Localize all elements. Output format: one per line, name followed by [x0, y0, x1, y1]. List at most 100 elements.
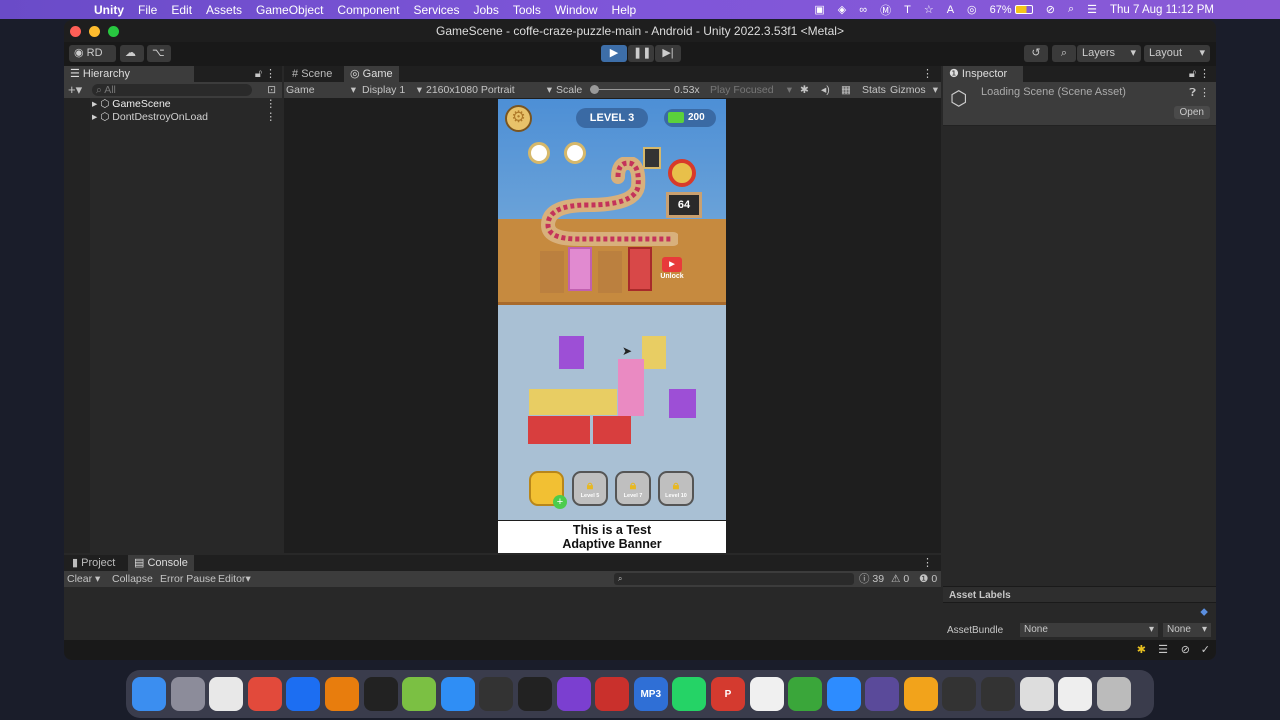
- dock-git-icon[interactable]: [247, 677, 282, 711]
- scale-slider[interactable]: [590, 85, 670, 94]
- hierarchy-item-dontdestroyonload[interactable]: ▸ ⬡ DontDestroyOnLoad ⋮: [64, 111, 282, 124]
- dock-trash-icon[interactable]: [1096, 677, 1131, 711]
- dock-android-studio-icon[interactable]: [402, 677, 437, 711]
- spotlight-icon[interactable]: ⌕: [1068, 3, 1074, 16]
- dock-unity-hub-icon[interactable]: [479, 677, 514, 711]
- audio-icon[interactable]: ◂): [821, 82, 830, 98]
- more-icon[interactable]: ⋮: [922, 556, 933, 569]
- menu-file[interactable]: File: [138, 3, 157, 17]
- menu-component[interactable]: Component: [337, 3, 399, 17]
- t-icon[interactable]: T: [904, 4, 911, 16]
- red-cup-tray[interactable]: [628, 247, 652, 291]
- close-button[interactable]: [70, 26, 81, 37]
- cache-icon[interactable]: ☰: [1158, 643, 1168, 656]
- zoom-button[interactable]: [108, 26, 119, 37]
- display-dropdown[interactable]: Display 1 ▾: [362, 82, 422, 98]
- console-search-input[interactable]: ⌕: [614, 573, 854, 585]
- color-booster-button[interactable]: +: [529, 471, 567, 509]
- editor-dropdown[interactable]: Editor▾: [218, 571, 251, 587]
- collapse-button[interactable]: Collapse: [112, 571, 153, 587]
- test-ad-banner[interactable]: This is a Test Adaptive Banner: [498, 521, 726, 553]
- dock-filezilla-icon[interactable]: [595, 677, 630, 711]
- menu-services[interactable]: Services: [413, 3, 459, 17]
- airdrop-icon[interactable]: ◎: [967, 3, 977, 16]
- locked-level-5-button[interactable]: 🔒︎ Level 5: [572, 471, 608, 506]
- dock-app-circle-icon[interactable]: [865, 677, 900, 711]
- error-pause-button[interactable]: Error Pause: [160, 571, 216, 587]
- help-icon[interactable]: ❓︎ ⋮: [1189, 86, 1210, 100]
- red-block[interactable]: [593, 416, 631, 444]
- tab-scene[interactable]: # Scene: [286, 66, 338, 82]
- dock-launchpad-icon[interactable]: [170, 677, 205, 711]
- tab-console[interactable]: ▤ Console: [128, 555, 194, 571]
- star-icon[interactable]: ☆: [924, 3, 934, 16]
- play-focused-dropdown[interactable]: Play Focused ▾: [710, 82, 792, 98]
- scale-slider-handle[interactable]: [590, 85, 599, 94]
- step-button[interactable]: ▶|: [655, 45, 681, 62]
- error-filter-toggle[interactable]: ❶ 0: [919, 571, 937, 587]
- warning-filter-toggle[interactable]: ⚠ 0: [891, 571, 909, 587]
- keyboard-icon[interactable]: ▦: [841, 82, 851, 98]
- clear-button[interactable]: Clear ▾: [67, 571, 100, 587]
- tab-hierarchy[interactable]: ☰ Hierarchy: [64, 66, 194, 82]
- history-icon[interactable]: ↺: [1024, 45, 1048, 62]
- dock-app-wave-icon[interactable]: [749, 677, 784, 711]
- asset-bundle-dropdown[interactable]: None ▾: [1020, 623, 1158, 637]
- log-filter-toggle[interactable]: ⓘ 39: [859, 571, 884, 587]
- asset-labels-header[interactable]: Asset Labels: [943, 586, 1216, 603]
- menu-assets[interactable]: Assets: [206, 3, 242, 17]
- hierarchy-item-gamescene[interactable]: ▸ ⬡ GameScene ⋮: [64, 98, 282, 111]
- play-button[interactable]: ▶: [601, 45, 627, 62]
- layout-dropdown[interactable]: Layout ▾: [1144, 45, 1210, 62]
- red-block[interactable]: [528, 416, 590, 444]
- dock-app-p-icon[interactable]: P: [710, 677, 745, 711]
- dock-app-store-icon[interactable]: [903, 677, 938, 711]
- version-control-icon[interactable]: ⌥: [147, 45, 171, 62]
- dock-chrome-icon[interactable]: [209, 677, 244, 711]
- search-icon[interactable]: ⌕: [1052, 45, 1076, 62]
- asset-variant-dropdown[interactable]: None ▾: [1163, 623, 1211, 637]
- menu-window[interactable]: Window: [555, 3, 598, 17]
- dock-activity-monitor-icon[interactable]: [363, 677, 398, 711]
- settings-gear-button[interactable]: ⚙: [505, 105, 532, 132]
- locked-level-7-button[interactable]: 🔒︎ Level 7: [615, 471, 651, 506]
- tab-game[interactable]: ◎ Game: [344, 66, 399, 82]
- lock-icon[interactable]: 🔓︎ ⋮: [1189, 67, 1210, 81]
- purple-block[interactable]: [559, 336, 584, 369]
- menu-tools[interactable]: Tools: [513, 3, 541, 17]
- dock-visual-studio-icon[interactable]: [556, 677, 591, 711]
- add-object-button[interactable]: +▾: [68, 82, 82, 98]
- dock-unity-icon[interactable]: [517, 677, 552, 711]
- more-icon[interactable]: ⋮: [922, 67, 933, 80]
- yellow-block[interactable]: [642, 336, 666, 369]
- dock-unity-2-icon[interactable]: [942, 677, 977, 711]
- dock-app-c-icon[interactable]: [788, 677, 823, 711]
- bug-icon[interactable]: ✱: [800, 82, 809, 98]
- search-options-icon[interactable]: ⊡: [267, 82, 276, 98]
- network-icon[interactable]: ⊘: [1181, 643, 1190, 656]
- dock-mp3-icon[interactable]: MP3: [633, 677, 668, 711]
- check-icon[interactable]: ✓: [1201, 643, 1210, 656]
- battery-status[interactable]: 67%: [990, 4, 1033, 16]
- creative-cloud-icon[interactable]: ∞: [859, 4, 867, 16]
- dock-app-a-icon[interactable]: [286, 677, 321, 711]
- clock[interactable]: Thu 7 Aug 11:12 PM: [1110, 4, 1214, 16]
- cloud-icon[interactable]: ☁: [120, 45, 144, 62]
- dock-blender-icon[interactable]: [324, 677, 359, 711]
- menu-jobs[interactable]: Jobs: [473, 3, 498, 17]
- minimize-button[interactable]: [89, 26, 100, 37]
- game-screen[interactable]: ⚙ LEVEL 3 200 64 ▶ Unlock ➤ + 🔒︎ Level 5 🔒…: [498, 99, 726, 553]
- layers-dropdown[interactable]: Layers ▾: [1077, 45, 1141, 62]
- game-mode-dropdown[interactable]: Game ▾: [286, 82, 356, 98]
- resolution-dropdown[interactable]: 2160x1080 Portrait ▾: [426, 82, 552, 98]
- dock-chrome-2-icon[interactable]: [1019, 677, 1054, 711]
- dock-unity-3-icon[interactable]: [981, 677, 1016, 711]
- screen-share-icon[interactable]: ▣: [814, 3, 824, 16]
- lock-icon[interactable]: 🔓︎ ⋮: [255, 67, 276, 81]
- locked-level-10-button[interactable]: 🔒︎ Level 10: [658, 471, 694, 506]
- hierarchy-search-input[interactable]: ⌕ All: [92, 84, 252, 96]
- gizmos-dropdown[interactable]: Gizmos ▾: [890, 82, 938, 98]
- dock-whatsapp-icon[interactable]: [672, 677, 707, 711]
- purple-block[interactable]: [669, 389, 696, 418]
- unlock-slot-button[interactable]: ▶ Unlock: [660, 257, 684, 287]
